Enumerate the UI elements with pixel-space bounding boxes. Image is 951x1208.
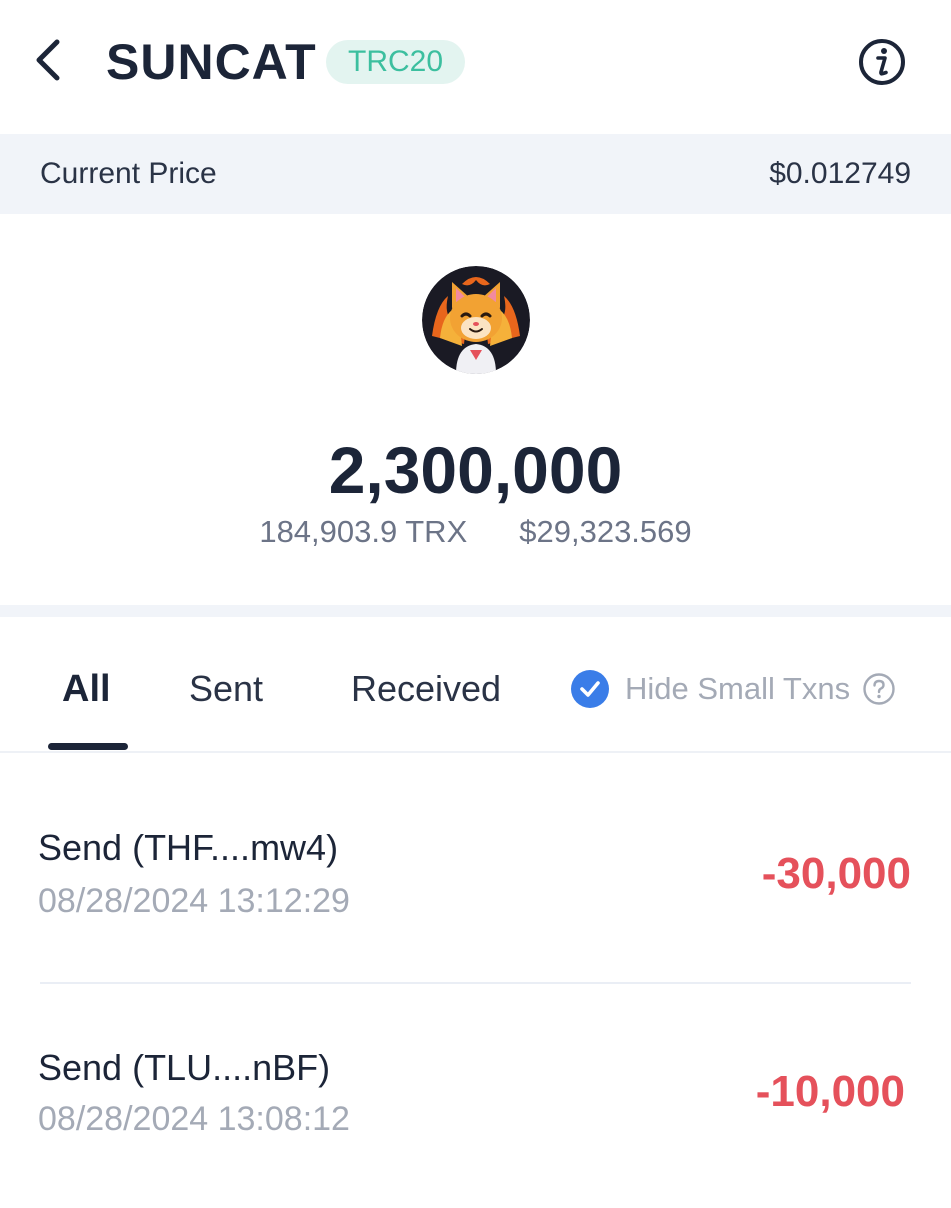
current-price-value: $0.012749 — [769, 157, 911, 190]
question-circle-icon[interactable] — [862, 672, 896, 706]
transaction-title: Send (TLU....nBF) — [38, 1047, 331, 1088]
chevron-left-icon — [36, 39, 60, 81]
section-divider — [0, 605, 951, 617]
suncat-logo-icon — [422, 266, 530, 374]
app-header: SUNCAT TRC20 — [0, 0, 951, 134]
tabs-bottom-border — [0, 751, 951, 753]
tab-received[interactable]: Received — [351, 667, 501, 711]
hide-small-txns-checkbox[interactable] — [571, 670, 609, 708]
token-balance: 2,300,000 — [328, 433, 623, 507]
balance-equivalents: 184,903.9 TRX $29,323.569 — [0, 512, 951, 552]
trx-unit-label: TRX — [405, 514, 468, 549]
transaction-amount: -10,000 — [755, 1067, 905, 1116]
transaction-date: 08/28/2024 13:12:29 — [38, 882, 350, 920]
usd-equivalent-value: $29,323.569 — [519, 514, 692, 549]
current-price-label: Current Price — [40, 157, 217, 190]
hide-small-txns-toggle[interactable]: Hide Small Txns — [571, 667, 896, 711]
transaction-title: Send (THF....mw4) — [38, 827, 339, 868]
transaction-amount: -30,000 — [761, 849, 911, 898]
hide-small-txns-label: Hide Small Txns — [625, 671, 851, 706]
trx-equivalent-amount: 184,903.9 — [259, 514, 398, 549]
transaction-tabs: All Sent Received Hide Small Txns — [0, 617, 951, 752]
tab-all[interactable]: All — [62, 667, 111, 711]
transaction-row[interactable]: Send (THF....mw4) 08/28/2024 13:12:29 -3… — [0, 790, 951, 990]
info-circle-icon — [859, 39, 905, 85]
info-button[interactable] — [856, 36, 908, 88]
token-standard-badge: TRC20 — [326, 40, 466, 84]
checkmark-icon — [580, 681, 600, 697]
tab-sent[interactable]: Sent — [189, 667, 263, 711]
back-button[interactable] — [22, 34, 74, 86]
token-logo — [422, 266, 530, 374]
row-divider — [40, 982, 911, 984]
token-title: SUNCAT — [106, 34, 317, 90]
transaction-date: 08/28/2024 13:08:12 — [38, 1100, 350, 1138]
current-price-bar: Current Price $0.012749 — [0, 134, 951, 214]
transaction-row[interactable]: Send (TLU....nBF) 08/28/2024 13:08:12 -1… — [0, 1008, 951, 1208]
active-tab-indicator — [48, 743, 128, 750]
